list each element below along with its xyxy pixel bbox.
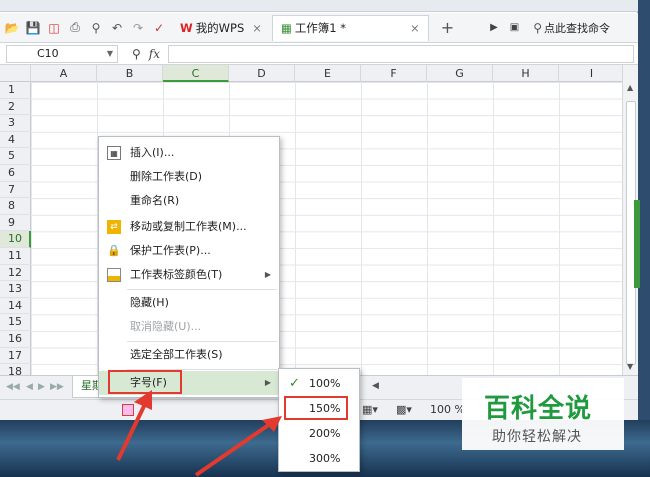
arrow-to-font-size: [116, 390, 152, 461]
watermark-title: 百科全说: [484, 394, 593, 424]
watermark-logo: 百科全说 助你轻松解决: [462, 378, 624, 450]
arrow-to-150: [194, 416, 282, 477]
watermark-subtitle: 助你轻松解决: [492, 429, 582, 445]
